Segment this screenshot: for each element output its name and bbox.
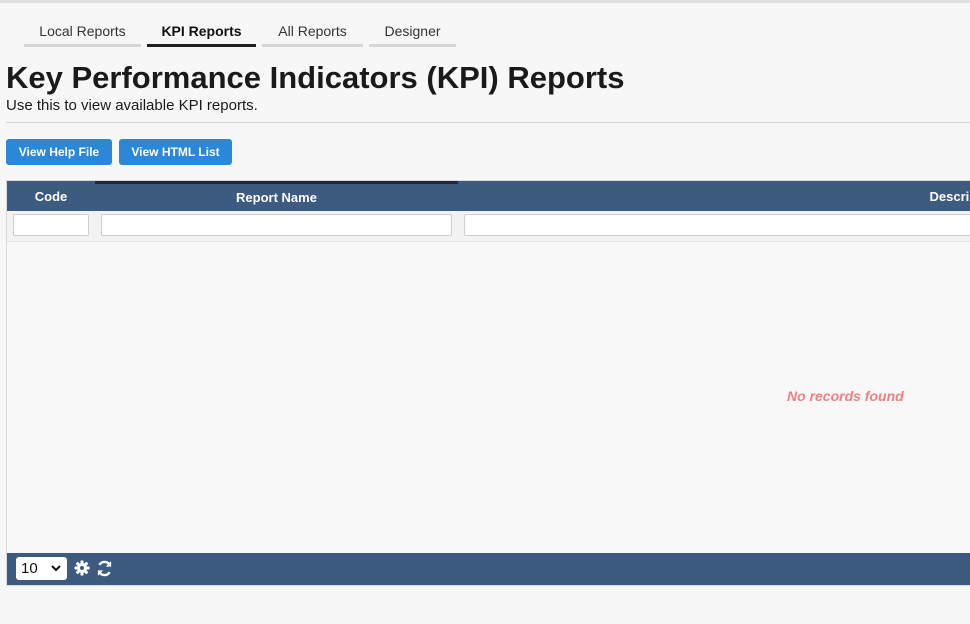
tab-all-reports[interactable]: All Reports xyxy=(262,18,363,47)
refresh-icon[interactable] xyxy=(95,559,113,577)
page-size-value: 10 xyxy=(21,560,38,577)
top-border xyxy=(0,0,970,3)
grid-footer: 10 xyxy=(7,553,970,585)
page-subtitle: Use this to view available KPI reports. xyxy=(6,97,258,114)
page-title: Key Performance Indicators (KPI) Reports xyxy=(6,60,625,95)
column-header-description[interactable]: Description xyxy=(458,181,970,211)
divider xyxy=(6,122,970,123)
filter-description-input[interactable] xyxy=(464,214,970,236)
view-help-file-button[interactable]: View Help File xyxy=(6,139,112,165)
tab-designer[interactable]: Designer xyxy=(369,18,456,47)
chevron-down-icon xyxy=(51,565,61,572)
view-html-list-button[interactable]: View HTML List xyxy=(119,139,232,165)
tab-local-reports[interactable]: Local Reports xyxy=(24,18,141,47)
filter-code-input[interactable] xyxy=(13,214,89,236)
filter-row xyxy=(7,211,970,242)
grid-header: Code Report Name Description xyxy=(7,181,970,211)
gear-icon[interactable] xyxy=(73,559,91,577)
report-tabs: Local Reports KPI Reports All Reports De… xyxy=(24,18,456,47)
filter-report-name-input[interactable] xyxy=(101,214,452,236)
column-header-code[interactable]: Code xyxy=(7,181,95,211)
tab-kpi-reports[interactable]: KPI Reports xyxy=(147,18,256,47)
page-size-select[interactable]: 10 xyxy=(16,557,67,580)
column-header-report-name[interactable]: Report Name xyxy=(95,181,458,211)
reports-grid: Code Report Name Description No records … xyxy=(6,180,970,586)
column-header-description-label: Description xyxy=(929,188,970,204)
no-records-message: No records found xyxy=(787,388,904,404)
